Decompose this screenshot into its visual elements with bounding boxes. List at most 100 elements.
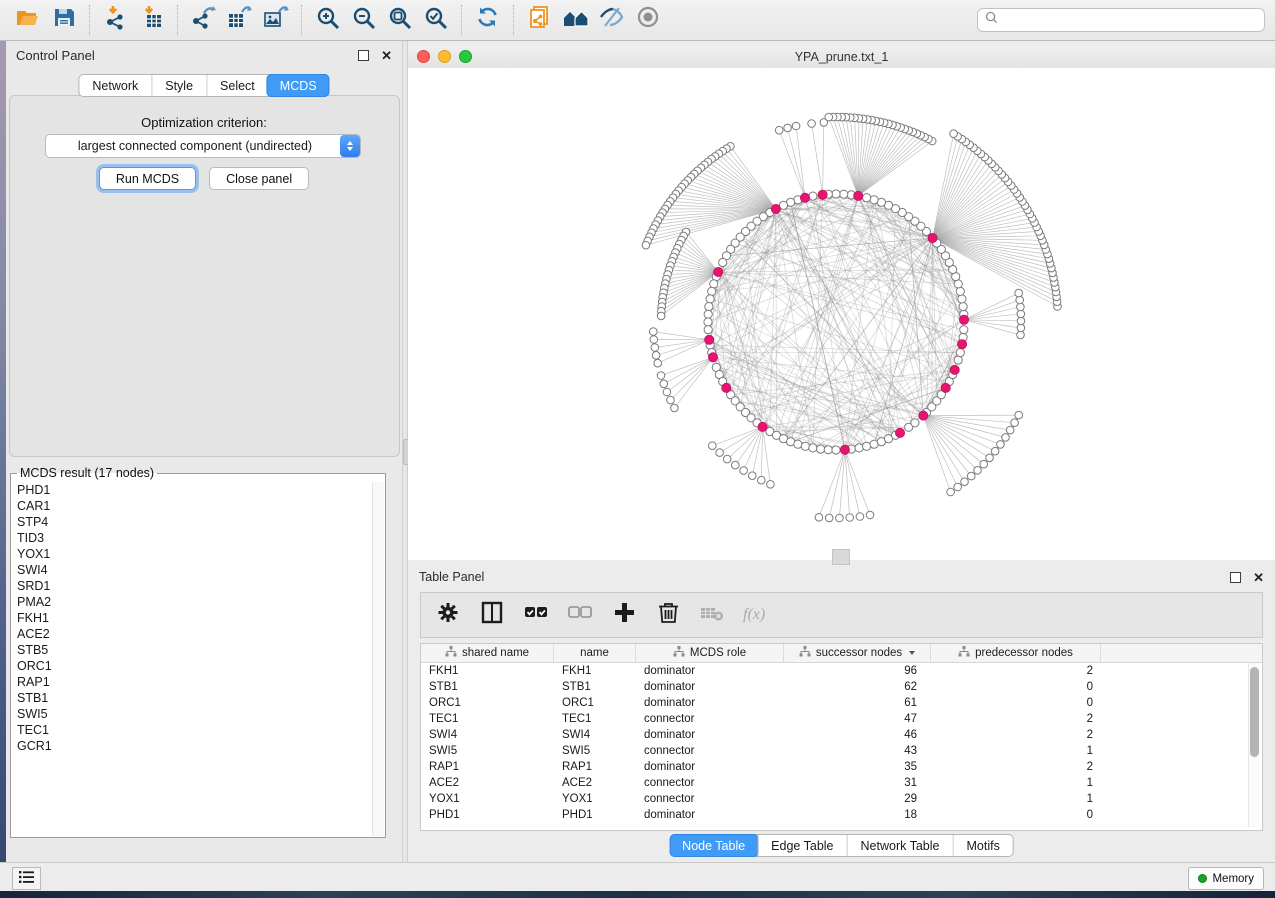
export-network-button[interactable] (186, 4, 222, 36)
table-row[interactable]: STB1STB1dominator620 (421, 679, 1262, 695)
cell-predecessor-nodes: 0 (931, 681, 1101, 693)
run-mcds-button[interactable]: Run MCDS (99, 167, 196, 190)
search-box[interactable] (977, 8, 1265, 32)
column-header-predecessor-nodes[interactable]: predecessor nodes (931, 644, 1101, 662)
search-input[interactable] (1003, 12, 1257, 28)
tab-mcds[interactable]: MCDS (267, 74, 330, 97)
tab-edge-table[interactable]: Edge Table (757, 835, 846, 856)
mcds-result-item[interactable]: ORC1 (12, 658, 372, 674)
select-all-button[interactable] (523, 602, 550, 628)
table-row[interactable]: SWI5SWI5connector431 (421, 743, 1262, 759)
import-table-icon (139, 5, 166, 35)
column-header-shared-name[interactable]: shared name (421, 644, 554, 662)
zoom-selected-button[interactable] (418, 4, 454, 36)
hide-graphics-button[interactable] (594, 4, 630, 36)
cell-shared-name: TEC1 (421, 713, 554, 725)
table-row[interactable]: ACE2ACE2connector311 (421, 775, 1262, 791)
column-label: successor nodes (816, 647, 902, 659)
export-image-button[interactable] (258, 4, 294, 36)
task-history-button[interactable] (12, 867, 41, 890)
table-row[interactable]: FKH1FKH1dominator962 (421, 663, 1262, 679)
table-row[interactable]: ORC1ORC1dominator610 (421, 695, 1262, 711)
first-neighbors-button[interactable] (558, 4, 594, 36)
mcds-result-item[interactable]: RAP1 (12, 674, 372, 690)
export-table-button[interactable] (222, 4, 258, 36)
column-header-name[interactable]: name (554, 644, 636, 662)
network-title: YPA_prune.txt_1 (408, 50, 1275, 64)
mcds-result-item[interactable]: SRD1 (12, 578, 372, 594)
memory-button[interactable]: Memory (1188, 867, 1264, 890)
h-splitter-handle[interactable] (832, 549, 850, 565)
mcds-result-item[interactable]: ACE2 (12, 626, 372, 642)
cell-successor-nodes: 43 (784, 745, 931, 757)
mcds-result-item[interactable]: STB5 (12, 642, 372, 658)
table-toolbar: f(x) (420, 592, 1263, 638)
tab-style[interactable]: Style (151, 75, 206, 96)
column-header-MCDS-role[interactable]: MCDS role (636, 644, 784, 662)
toggle-panel-layout-button[interactable] (479, 602, 506, 628)
table-row[interactable]: TEC1TEC1connector472 (421, 711, 1262, 727)
import-network-button[interactable] (98, 4, 134, 36)
clone-network-button[interactable] (522, 4, 558, 36)
tab-network-table[interactable]: Network Table (847, 835, 953, 856)
mcds-result-item[interactable]: GCR1 (12, 738, 372, 754)
refresh-button[interactable] (470, 4, 506, 36)
table-row[interactable]: SWI4SWI4dominator462 (421, 727, 1262, 743)
mcds-result-item[interactable]: TID3 (12, 530, 372, 546)
mcds-result-item[interactable]: PMA2 (12, 594, 372, 610)
cell-MCDS-role: dominator (636, 809, 784, 821)
mcds-result-item[interactable]: PHD1 (12, 482, 372, 498)
save-session-button[interactable] (46, 4, 82, 36)
cell-name: PHD1 (554, 809, 636, 821)
eye-slash-icon (599, 5, 626, 35)
column-header-successor-nodes[interactable]: successor nodes (784, 644, 931, 662)
import-table-button[interactable] (134, 4, 170, 36)
table-row[interactable]: YOX1YOX1connector291 (421, 791, 1262, 807)
cell-predecessor-nodes: 1 (931, 777, 1101, 789)
network-titlebar[interactable]: YPA_prune.txt_1 (408, 45, 1275, 69)
zoom-in-button[interactable] (310, 4, 346, 36)
cell-MCDS-role: dominator (636, 729, 784, 741)
mcds-result-item[interactable]: STB1 (12, 690, 372, 706)
show-graphics-button[interactable] (630, 4, 666, 36)
table-settings-button[interactable] (435, 602, 462, 628)
cell-MCDS-role: connector (636, 777, 784, 789)
tab-motifs[interactable]: Motifs (952, 835, 1012, 856)
zoom-fit-button[interactable] (382, 4, 418, 36)
close-panel-icon[interactable]: ✕ (381, 49, 392, 62)
close-panel-button[interactable]: Close panel (209, 167, 309, 190)
cell-predecessor-nodes: 2 (931, 665, 1101, 677)
deselect-all-button[interactable] (567, 602, 594, 628)
import-network-icon (103, 5, 130, 35)
optimization-select[interactable]: largest connected component (undirected) (45, 134, 361, 158)
mcds-result-item[interactable]: YOX1 (12, 546, 372, 562)
result-scrollbar[interactable] (372, 482, 384, 836)
zoom-out-button[interactable] (346, 4, 382, 36)
mcds-result-item[interactable]: CAR1 (12, 498, 372, 514)
open-file-button[interactable] (10, 4, 46, 36)
mcds-result-item[interactable]: TEC1 (12, 722, 372, 738)
network-graph[interactable] (408, 68, 1275, 560)
float-table-panel-icon[interactable] (1230, 572, 1241, 583)
hierarchy-icon (799, 646, 811, 660)
delete-column-button[interactable] (655, 602, 682, 628)
close-table-panel-icon[interactable]: ✕ (1253, 571, 1264, 584)
table-scrollbar-thumb[interactable] (1250, 667, 1259, 757)
mcds-result-item[interactable]: FKH1 (12, 610, 372, 626)
fx-icon: f(x) (743, 606, 765, 624)
table-row[interactable]: RAP1RAP1dominator352 (421, 759, 1262, 775)
add-column-button[interactable] (611, 602, 638, 628)
cell-predecessor-nodes: 1 (931, 793, 1101, 805)
tab-select[interactable]: Select (206, 75, 268, 96)
network-canvas[interactable] (408, 68, 1275, 560)
table-row[interactable]: PHD1PHD1dominator180 (421, 807, 1262, 823)
mcds-result-item[interactable]: STP4 (12, 514, 372, 530)
mcds-result-item[interactable]: SWI4 (12, 562, 372, 578)
table-scrollbar[interactable] (1248, 663, 1260, 827)
node-table: shared namenameMCDS role successor nodes p… (420, 643, 1263, 831)
tab-network[interactable]: Network (79, 75, 151, 96)
tab-node-table[interactable]: Node Table (669, 834, 758, 857)
cell-shared-name: PHD1 (421, 809, 554, 821)
float-panel-icon[interactable] (358, 50, 369, 61)
mcds-result-item[interactable]: SWI5 (12, 706, 372, 722)
